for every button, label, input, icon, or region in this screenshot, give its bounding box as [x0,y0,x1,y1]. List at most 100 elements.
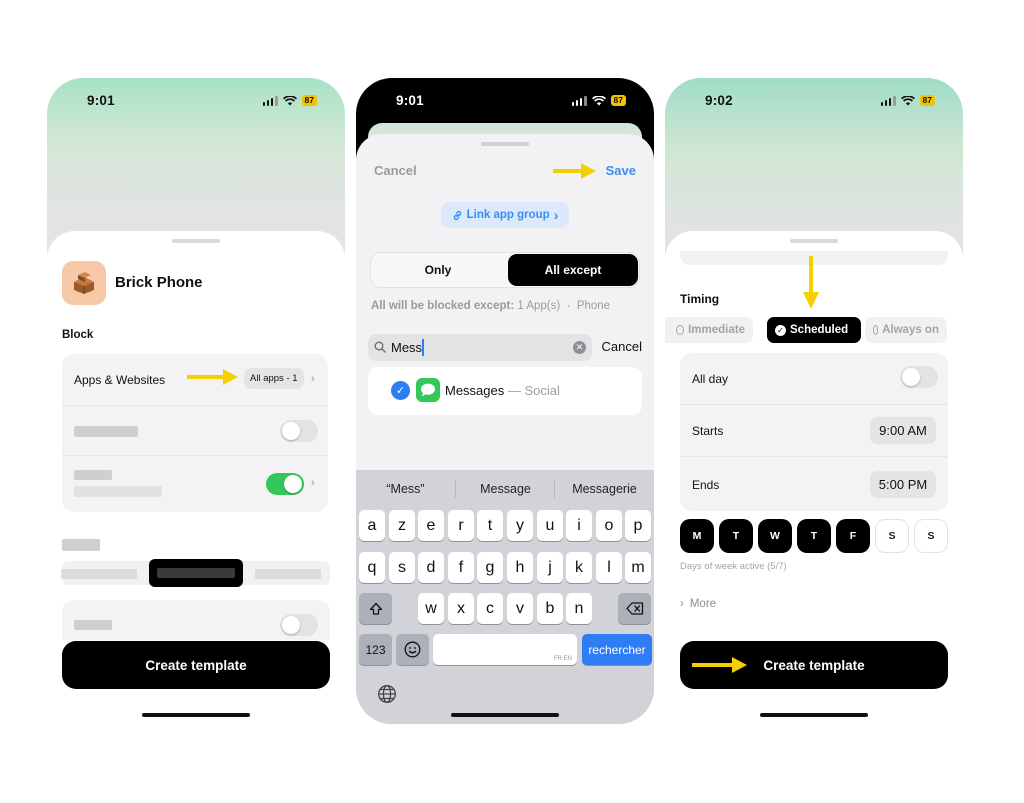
key-h[interactable]: h [507,552,533,583]
only-except-segmented-control: Only All except [370,252,640,288]
except-prefix: All will be blocked except: [371,300,515,312]
keyboard: “Mess” Message Messagerie a z e r t y u … [356,470,654,724]
day-tuesday[interactable]: T [719,519,753,553]
day-wednesday[interactable]: W [758,519,792,553]
toggle-switch[interactable] [280,614,318,636]
day-thursday[interactable]: T [797,519,831,553]
key-y[interactable]: y [507,510,533,541]
phone-screen-template: 9:01 87 Brick Phone Block Apps & Website… [47,78,345,724]
chevron-right-icon: › [680,598,684,610]
key-v[interactable]: v [507,593,533,624]
app-name: Messages [445,383,505,398]
sheet-grabber[interactable] [790,239,838,243]
key-k[interactable]: k [566,552,592,583]
clear-search-icon[interactable]: ✕ [573,341,586,354]
key-x[interactable]: x [448,593,474,624]
toggle-switch[interactable] [280,420,318,442]
status-icons: 87 [262,95,317,106]
key-r[interactable]: r [448,510,474,541]
day-friday[interactable]: F [836,519,870,553]
search-cancel-button[interactable]: Cancel [602,339,642,354]
key-i[interactable]: i [566,510,592,541]
all-day-toggle[interactable] [900,366,938,388]
ends-time-picker[interactable]: 5:00 PM [870,471,936,498]
key-m[interactable]: m [625,552,651,583]
key-u[interactable]: u [537,510,563,541]
text-caret [422,339,424,356]
day-sunday[interactable]: S [914,519,948,553]
suggestion-1[interactable]: “Mess” [356,482,455,496]
key-a[interactable]: a [359,510,385,541]
yellow-arrow-down-icon [803,256,819,309]
signal-icon [571,95,587,106]
sheet-grabber[interactable] [481,142,529,146]
key-l[interactable]: l [596,552,622,583]
space-key[interactable]: FR EN [433,634,577,665]
segment-only[interactable]: Only [371,253,505,287]
key-s[interactable]: s [389,552,415,583]
sheet-grabber[interactable] [172,239,220,243]
timing-immediate[interactable]: Immediate [665,317,753,343]
yellow-arrow-right-icon [692,657,747,673]
home-indicator [760,713,868,717]
blurred-segmented-control[interactable] [61,559,330,587]
key-t[interactable]: t [477,510,503,541]
cancel-button[interactable]: Cancel [374,163,417,178]
all-day-row[interactable]: All day [680,353,948,405]
timing-scheduled[interactable]: ✓ Scheduled [767,317,861,343]
more-button[interactable]: › More [680,598,716,610]
search-field[interactable]: Mess ✕ [368,334,592,361]
status-time: 9:02 [705,93,733,108]
day-monday[interactable]: M [680,519,714,553]
phone-screen-app-picker: 9:01 87 Cancel Save Link app group › Onl… [356,78,654,724]
key-f[interactable]: f [448,552,474,583]
key-e[interactable]: e [418,510,444,541]
brick-icon [62,261,106,305]
suggestion-3[interactable]: Messagerie [555,482,654,496]
search-icon [374,341,386,353]
day-saturday[interactable]: S [875,519,909,553]
checkmark-circle-icon: ✓ [775,324,786,336]
toggle-switch-on[interactable] [266,473,304,495]
template-title: Brick Phone [115,274,203,291]
key-o[interactable]: o [596,510,622,541]
search-return-key[interactable]: rechercher [582,634,652,665]
blurred-row[interactable] [62,406,328,456]
ends-label: Ends [692,478,720,492]
create-template-button[interactable]: Create template [62,641,330,689]
emoji-key[interactable] [396,634,429,665]
key-z[interactable]: z [389,510,415,541]
key-p[interactable]: p [625,510,651,541]
emoji-icon [404,641,421,658]
link-app-group-button[interactable]: Link app group › [441,202,569,228]
key-c[interactable]: c [477,593,503,624]
suggestion-2[interactable]: Message [456,482,555,496]
chevron-right-icon: › [311,477,315,489]
blurred-section-label [62,539,100,551]
segment-all-except[interactable]: All except [508,254,638,286]
globe-icon[interactable] [377,684,397,704]
blurred-selected-segment[interactable] [149,559,243,587]
status-time: 9:01 [87,93,115,108]
except-summary: All will be blocked except: 1 App(s) · P… [371,300,610,312]
numbers-key[interactable]: 123 [359,634,392,665]
key-d[interactable]: d [418,552,444,583]
key-q[interactable]: q [359,552,385,583]
key-b[interactable]: b [537,593,563,624]
timing-always-on[interactable]: Always on [865,317,947,343]
apps-count-pill[interactable]: All apps - 1 [244,368,304,389]
key-j[interactable]: j [537,552,563,583]
key-g[interactable]: g [477,552,503,583]
status-bar: 9:01 87 [47,78,345,122]
checkmark-selected-icon[interactable]: ✓ [391,381,410,400]
key-w[interactable]: w [418,593,444,624]
key-n[interactable]: n [566,593,592,624]
blurred-sublabel [74,486,162,497]
app-category: — Social [507,383,560,398]
shift-key[interactable] [359,593,392,624]
blurred-row-2[interactable]: › [62,456,328,512]
save-button[interactable]: Save [606,163,636,178]
delete-key[interactable] [618,593,651,624]
app-result-row[interactable]: ✓ Messages — Social [368,367,642,415]
starts-time-picker[interactable]: 9:00 AM [870,417,936,444]
